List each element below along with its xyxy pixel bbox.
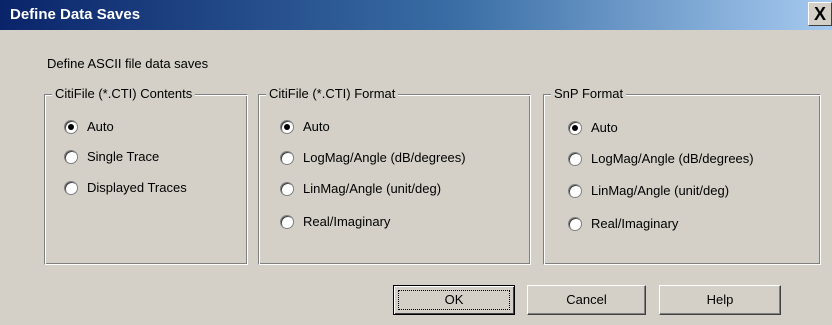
radio-indicator xyxy=(568,183,582,198)
radio-indicator xyxy=(64,180,78,195)
radio-indicator xyxy=(280,214,294,229)
radio-selected-indicator xyxy=(64,119,78,134)
radio-label: Auto xyxy=(591,120,618,135)
radio-indicator xyxy=(64,149,78,164)
radio-selected-indicator xyxy=(568,120,582,135)
radio-format-linmag-angle[interactable]: LinMag/Angle (unit/deg) xyxy=(280,181,441,196)
radio-label: LogMag/Angle (dB/degrees) xyxy=(591,151,754,166)
group-legend: CitiFile (*.CTI) Contents xyxy=(52,86,196,102)
radio-contents-single-trace[interactable]: Single Trace xyxy=(64,149,159,164)
cancel-button[interactable]: Cancel xyxy=(527,285,646,315)
radio-contents-displayed-traces[interactable]: Displayed Traces xyxy=(64,180,187,195)
radio-format-auto[interactable]: Auto xyxy=(280,119,330,134)
radio-label: Real/Imaginary xyxy=(591,216,679,231)
radio-format-logmag-angle[interactable]: LogMag/Angle (dB/degrees) xyxy=(280,150,466,165)
radio-selected-indicator xyxy=(280,119,294,134)
radio-label: Single Trace xyxy=(87,149,160,164)
radio-label: Real/Imaginary xyxy=(303,214,391,229)
radio-snp-real-imaginary[interactable]: Real/Imaginary xyxy=(568,216,678,231)
radio-snp-logmag-angle[interactable]: LogMag/Angle (dB/degrees) xyxy=(568,151,754,166)
ok-button[interactable]: OK xyxy=(393,285,515,315)
radio-contents-auto[interactable]: Auto xyxy=(64,119,114,134)
citifile-format-group: CitiFile (*.CTI) Format Auto LogMag/Angl… xyxy=(258,86,531,265)
radio-label: LinMag/Angle (unit/deg) xyxy=(303,181,442,196)
ok-button-label: OK xyxy=(398,290,510,310)
help-button[interactable]: Help xyxy=(659,285,781,315)
snp-format-group: SnP Format Auto LogMag/Angle (dB/degrees… xyxy=(543,86,821,265)
radio-format-real-imaginary[interactable]: Real/Imaginary xyxy=(280,214,390,229)
citifile-contents-group: CitiFile (*.CTI) Contents Auto Single Tr… xyxy=(44,86,248,265)
window-title: Define Data Saves xyxy=(10,6,141,23)
close-button[interactable]: X xyxy=(808,2,832,26)
radio-indicator xyxy=(568,151,582,166)
radio-indicator xyxy=(568,216,582,231)
radio-label: LogMag/Angle (dB/degrees) xyxy=(303,150,466,165)
radio-label: Displayed Traces xyxy=(87,180,187,195)
intro-label: Define ASCII file data saves xyxy=(47,56,209,71)
radio-snp-auto[interactable]: Auto xyxy=(568,120,618,135)
group-legend: CitiFile (*.CTI) Format xyxy=(266,86,399,102)
radio-label: Auto xyxy=(303,119,330,134)
radio-indicator xyxy=(280,181,294,196)
title-bar: Define Data Saves X xyxy=(0,0,832,30)
radio-label: Auto xyxy=(87,119,114,134)
radio-label: LinMag/Angle (unit/deg) xyxy=(591,183,730,198)
radio-indicator xyxy=(280,150,294,165)
group-legend: SnP Format xyxy=(551,86,627,102)
radio-snp-linmag-angle[interactable]: LinMag/Angle (unit/deg) xyxy=(568,183,729,198)
